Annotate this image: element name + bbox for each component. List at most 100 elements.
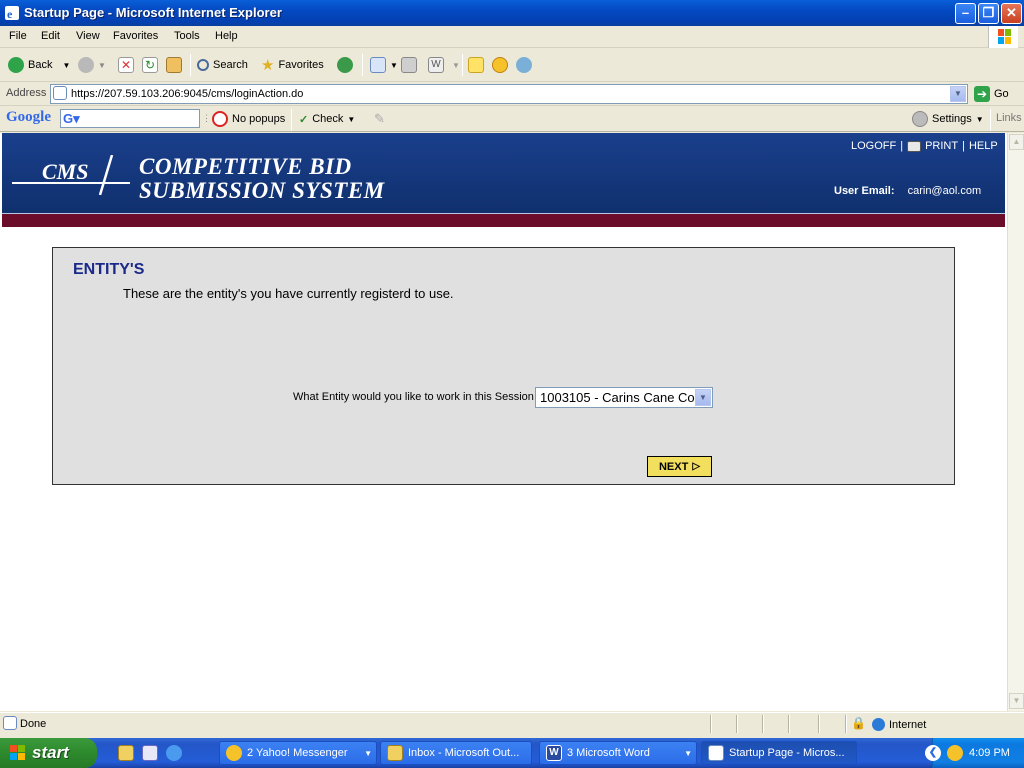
status-bar: Done 🔒 Internet [0, 712, 1024, 734]
toolbar-separator [362, 54, 363, 76]
toolbar-separator [462, 54, 463, 76]
tray-expand-icon[interactable]: ❮ [925, 745, 941, 761]
tray-messenger-icon[interactable] [947, 745, 963, 761]
zone-label: Internet [889, 718, 927, 731]
address-label: Address [6, 87, 47, 99]
windows-flag-icon [998, 29, 1011, 44]
task-group-arrow-icon: ▼ [684, 749, 692, 758]
popup-blocker-button[interactable]: No popups [212, 110, 285, 128]
logoff-link[interactable]: LOGOFF [851, 140, 896, 152]
go-label: Go [994, 88, 1009, 100]
next-label: NEXT [658, 460, 689, 473]
check-label: Check [312, 113, 344, 125]
scroll-down-icon[interactable]: ▼ [1009, 693, 1024, 709]
edit-word-icon[interactable]: W [428, 57, 444, 73]
outlook-icon [387, 745, 403, 761]
start-button[interactable]: start [0, 738, 97, 768]
menu-edit[interactable]: Edit [41, 30, 60, 42]
entity-select[interactable]: 1003105 - Carins Cane Co ▼ [535, 387, 713, 408]
address-url: https://207.59.103.206:9045/cms/loginAct… [71, 88, 304, 100]
forward-button[interactable]: ▼ [78, 56, 106, 74]
restore-button[interactable]: ❐ [978, 3, 999, 24]
windows-logo [988, 26, 1018, 48]
mail-dropdown-icon: ▼ [390, 60, 398, 70]
taskbar: start 2 Yahoo! Messenger ▼ Inbox - Micro… [0, 738, 1024, 768]
yahoo-smiley-icon [226, 745, 242, 761]
edit-dropdown-icon[interactable]: ▼ [452, 61, 460, 70]
clock[interactable]: 4:09 PM [969, 747, 1010, 759]
lock-icon: 🔒 [851, 716, 866, 730]
favorites-label: Favorites [278, 59, 324, 71]
mail-icon [370, 57, 386, 73]
address-input[interactable]: https://207.59.103.206:9045/cms/loginAct… [50, 84, 968, 104]
close-button[interactable]: ✕ [1001, 3, 1022, 24]
refresh-icon[interactable]: ↻ [142, 57, 158, 73]
task-startup-page[interactable]: Startup Page - Micros... [701, 741, 857, 765]
menu-view[interactable]: View [76, 30, 100, 42]
status-pane [710, 715, 712, 733]
task-outlook-inbox[interactable]: Inbox - Microsoft Out... [380, 741, 532, 765]
task-yahoo-messenger[interactable]: 2 Yahoo! Messenger ▼ [219, 741, 377, 765]
search-icon [197, 59, 209, 71]
back-button[interactable]: Back ▼ [8, 56, 70, 74]
note-icon[interactable] [468, 57, 484, 73]
go-button[interactable]: ➔ Go [974, 86, 1009, 102]
print-link[interactable]: PRINT [925, 140, 958, 152]
title-bar: e Startup Page - Microsoft Internet Expl… [0, 0, 1024, 26]
search-button[interactable]: Search [197, 56, 248, 74]
popups-label: No popups [232, 113, 286, 125]
minimize-button[interactable]: – [955, 3, 976, 24]
quicklaunch-outlook-icon[interactable] [118, 745, 134, 761]
vertical-scrollbar[interactable]: ▲ ▼ [1007, 133, 1024, 711]
next-arrow-icon: ▷ [692, 461, 701, 472]
settings-button[interactable]: Settings ▼ [912, 110, 984, 128]
toolbar: Back ▼ ▼ ✕ ↻ Search ★ Favorites ▼ W ▼ [0, 48, 1024, 82]
toolbar-grip-icon: ⋮ [202, 113, 211, 123]
menu-file[interactable]: File [9, 30, 27, 42]
help-link[interactable]: HELP [969, 140, 998, 152]
mail-button[interactable]: ▼ [370, 56, 398, 74]
security-zone: Internet [872, 718, 926, 731]
forward-dropdown-icon: ▼ [98, 60, 106, 70]
back-dropdown-icon[interactable]: ▼ [62, 61, 70, 70]
system-title-line2: SUBMISSION SYSTEM [139, 178, 385, 203]
page-heading: ENTITY'S [73, 261, 145, 278]
status-pane [736, 715, 738, 733]
page-content: CMS COMPETITIVE BID SUBMISSION SYSTEM LO… [0, 133, 1007, 711]
next-button[interactable]: NEXT ▷ [647, 456, 712, 477]
google-toolbar: Google G▾ ⋮ No popups ✓ Check ▼ ✎ Settin… [0, 106, 1024, 132]
google-g-icon[interactable]: G▾ [63, 111, 80, 127]
history-icon[interactable] [337, 57, 353, 73]
toolbar-separator [291, 109, 292, 131]
chevron-down-icon[interactable]: ▼ [695, 389, 711, 406]
favorites-button[interactable]: ★ Favorites [261, 56, 324, 74]
msn-buddy-icon[interactable] [516, 57, 532, 73]
task-group-arrow-icon: ▼ [364, 749, 372, 758]
address-dropdown-icon[interactable]: ▼ [950, 86, 966, 102]
cms-logo: CMS [12, 155, 130, 195]
spell-check-button[interactable]: ✓ Check ▼ [299, 110, 355, 128]
window-title: Startup Page - Microsoft Internet Explor… [24, 5, 282, 20]
google-search-input[interactable]: G▾ [60, 109, 200, 128]
printer-icon [907, 140, 922, 152]
print-icon[interactable] [401, 57, 417, 73]
address-bar: Address https://207.59.103.206:9045/cms/… [0, 82, 1024, 106]
stop-icon[interactable]: ✕ [118, 57, 134, 73]
link-separator: | [962, 140, 965, 152]
links-label[interactable]: Links [996, 112, 1022, 124]
back-arrow-icon [8, 57, 24, 73]
highlight-pen-icon[interactable]: ✎ [374, 111, 385, 127]
task-label: 2 Yahoo! Messenger [247, 747, 348, 759]
home-icon[interactable] [166, 57, 182, 73]
menu-tools[interactable]: Tools [174, 30, 200, 42]
menu-help[interactable]: Help [215, 30, 238, 42]
task-microsoft-word[interactable]: W 3 Microsoft Word ▼ [539, 741, 697, 765]
menu-favorites[interactable]: Favorites [113, 30, 158, 42]
task-label: 3 Microsoft Word [567, 747, 650, 759]
scroll-up-icon[interactable]: ▲ [1009, 134, 1024, 150]
google-logo: Google [6, 109, 51, 125]
messenger-smiley-icon[interactable] [492, 57, 508, 73]
quicklaunch-ie-icon[interactable] [166, 745, 182, 761]
quicklaunch-desktop-icon[interactable] [142, 745, 158, 761]
toolbar-separator [190, 54, 191, 76]
